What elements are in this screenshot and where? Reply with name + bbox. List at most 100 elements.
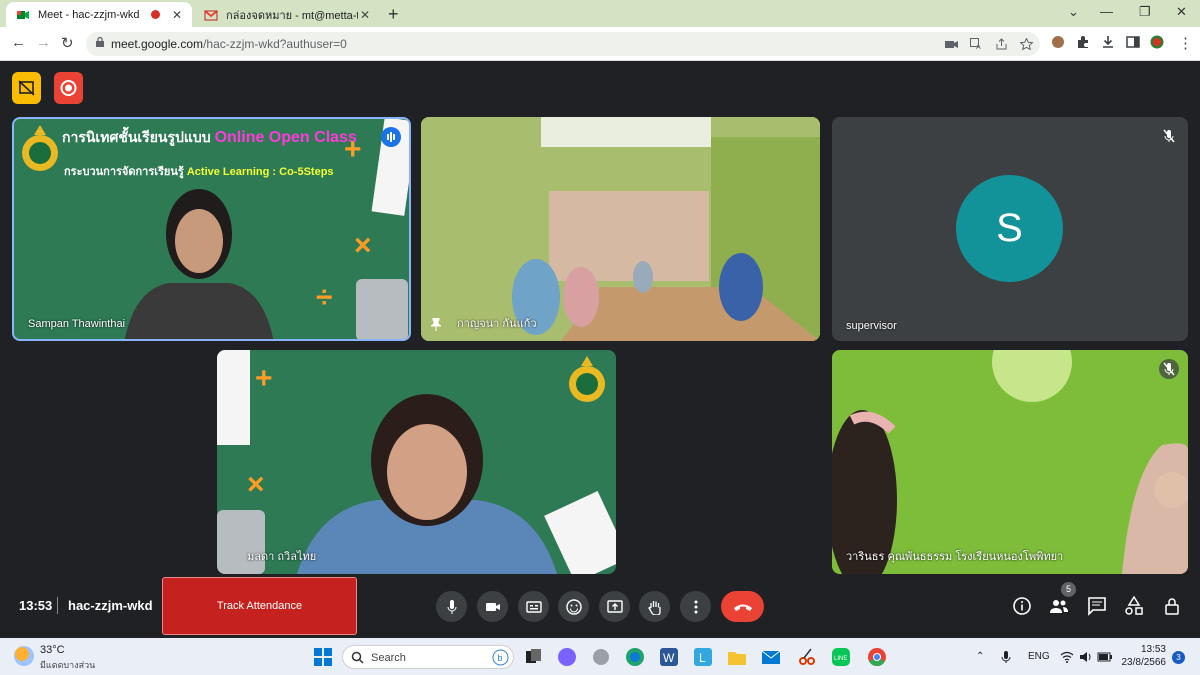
divide-decoration-icon: ÷: [316, 281, 333, 314]
calculator-decoration: [356, 279, 408, 339]
taskbar-search[interactable]: Search b: [342, 645, 514, 669]
tab-meet[interactable]: Meet - hac-zzjm-wkd ✕: [6, 2, 192, 27]
tab-title: Meet - hac-zzjm-wkd: [38, 8, 140, 21]
reactions-button[interactable]: [558, 591, 589, 622]
minimize-icon[interactable]: —: [1100, 4, 1113, 19]
school-emblem-icon: [569, 356, 605, 402]
windows-start-icon[interactable]: [312, 646, 334, 668]
language-indicator[interactable]: ENG: [1028, 651, 1050, 662]
browser-toolbar: ← → ↻ meet.google.com/hac-zzjm-wkd?authu…: [0, 27, 1200, 61]
svg-text:W: W: [663, 651, 675, 665]
camera-button[interactable]: [477, 591, 508, 622]
extension-icon[interactable]: [1051, 35, 1065, 49]
pin-icon[interactable]: [431, 318, 441, 331]
wifi-icon[interactable]: [1060, 651, 1074, 663]
close-tab-icon[interactable]: ✕: [358, 8, 372, 22]
gmail-icon: [204, 9, 218, 20]
recording-icon[interactable]: [54, 72, 83, 104]
times-decoration-icon: ×: [354, 229, 372, 262]
hand-icon: [647, 600, 661, 615]
more-vert-icon: [694, 600, 697, 613]
host-controls-icon[interactable]: [1162, 596, 1182, 616]
show-hidden-icons-icon[interactable]: ⌃: [976, 651, 984, 662]
hang-up-icon: [733, 604, 752, 611]
more-options-button[interactable]: [680, 591, 711, 622]
participant-tile-warinthorn[interactable]: วารินธร คุณพันธธรรม โรงเรียนหนองโพพิทยา: [832, 350, 1188, 574]
participant-tile-sampan[interactable]: การนิเทศชั้นเรียนรูปแบบ Online Open Clas…: [12, 117, 411, 341]
track-attendance-button[interactable]: Track Attendance: [162, 577, 357, 635]
meeting-info-icon[interactable]: [1012, 596, 1032, 616]
speaking-indicator-icon: [381, 127, 401, 147]
side-panel-icon[interactable]: [1126, 35, 1140, 49]
raise-hand-button[interactable]: [639, 591, 670, 622]
recording-dot-icon: [151, 10, 160, 19]
plus-decoration-icon: +: [344, 133, 362, 166]
weather-icon[interactable]: [14, 646, 34, 666]
l-app-icon[interactable]: L: [692, 646, 714, 668]
plus-decoration-icon: +: [255, 362, 273, 395]
line-icon[interactable]: LINE: [830, 646, 852, 668]
captions-button[interactable]: [518, 591, 549, 622]
chat-icon[interactable]: [1087, 596, 1107, 616]
weather-temperature: 33°C: [40, 644, 65, 656]
close-tab-icon[interactable]: ✕: [170, 8, 184, 22]
share-icon[interactable]: [995, 38, 1008, 50]
mic-off-icon: [1159, 359, 1179, 379]
task-view-icon[interactable]: [522, 646, 544, 668]
restore-icon[interactable]: ❐: [1139, 4, 1151, 20]
participant-tile-monlada[interactable]: + × มลดา ถวิลไทย: [217, 350, 616, 574]
word-icon[interactable]: W: [658, 646, 680, 668]
address-bar[interactable]: meet.google.com/hac-zzjm-wkd?authuser=0 …: [86, 32, 1040, 56]
microphone-button[interactable]: [436, 591, 467, 622]
activities-icon[interactable]: [1124, 596, 1144, 616]
people-icon[interactable]: [1049, 596, 1069, 616]
mic-off-icon: [1159, 126, 1179, 146]
puzzle-icon[interactable]: [1076, 35, 1090, 49]
reload-icon[interactable]: ↻: [61, 34, 74, 52]
participant-tile-supervisor[interactable]: S supervisor: [832, 117, 1188, 341]
search-icon: [351, 651, 364, 664]
battery-icon[interactable]: [1097, 651, 1113, 663]
notification-badge[interactable]: 3: [1172, 651, 1185, 664]
profile-avatar-icon[interactable]: [1150, 35, 1164, 49]
tab-search-chevron-icon[interactable]: ⌄: [1068, 4, 1079, 20]
participant-name: กาญจนา กันแก้ว: [457, 318, 537, 330]
back-icon[interactable]: ←: [11, 34, 26, 51]
taskbar-time[interactable]: 13:53: [1124, 644, 1166, 655]
translate-icon[interactable]: A: [970, 38, 983, 50]
snipping-tool-icon[interactable]: [796, 646, 818, 668]
present-button[interactable]: [599, 591, 630, 622]
camera-in-use-icon[interactable]: [945, 38, 958, 50]
bookmark-star-icon[interactable]: [1020, 38, 1033, 50]
new-tab-icon[interactable]: +: [388, 4, 399, 25]
participants-count-badge: 5: [1061, 582, 1076, 597]
tab-title: กล่องจดหมาย - mt@metta-tt.info -: [226, 9, 358, 22]
edge-icon[interactable]: [624, 646, 646, 668]
participant-video: [421, 117, 820, 341]
file-explorer-icon[interactable]: [726, 646, 748, 668]
svg-text:b: b: [498, 653, 503, 663]
participant-name: มลดา ถวิลไทย: [247, 551, 317, 563]
slide-subtitle: กระบวนการจัดการเรียนรู้ Active Learning …: [64, 166, 334, 178]
mail-icon[interactable]: [760, 646, 782, 668]
teams-chat-icon[interactable]: [556, 646, 578, 668]
chrome-icon[interactable]: [866, 646, 888, 668]
weather-condition: มีแดดบางส่วน: [40, 660, 96, 670]
windows-taskbar: 33°C มีแดดบางส่วน Search b W L LINE ⌃ EN…: [0, 638, 1200, 675]
search-placeholder: Search: [371, 652, 406, 664]
captions-off-icon[interactable]: [12, 72, 41, 104]
tab-gmail[interactable]: กล่องจดหมาย - mt@metta-tt.info - ✕: [194, 2, 380, 27]
download-icon[interactable]: [1101, 35, 1115, 49]
browser-menu-icon[interactable]: ⋮: [1178, 34, 1193, 52]
present-screen-icon: [606, 599, 623, 613]
taskbar-date[interactable]: 23/8/2566: [1118, 657, 1167, 668]
volume-icon[interactable]: [1079, 651, 1093, 663]
microphone-tray-icon[interactable]: [1001, 650, 1011, 664]
close-window-icon[interactable]: ✕: [1176, 4, 1187, 20]
leave-call-button[interactable]: [721, 591, 764, 622]
participant-tile-kanchana[interactable]: กาญจนา กันแก้ว: [421, 117, 820, 341]
bing-icon: b: [492, 649, 509, 666]
app-icon[interactable]: [590, 646, 612, 668]
forward-icon[interactable]: →: [36, 34, 51, 51]
participant-name: Sampan Thawinthai: [28, 318, 126, 330]
